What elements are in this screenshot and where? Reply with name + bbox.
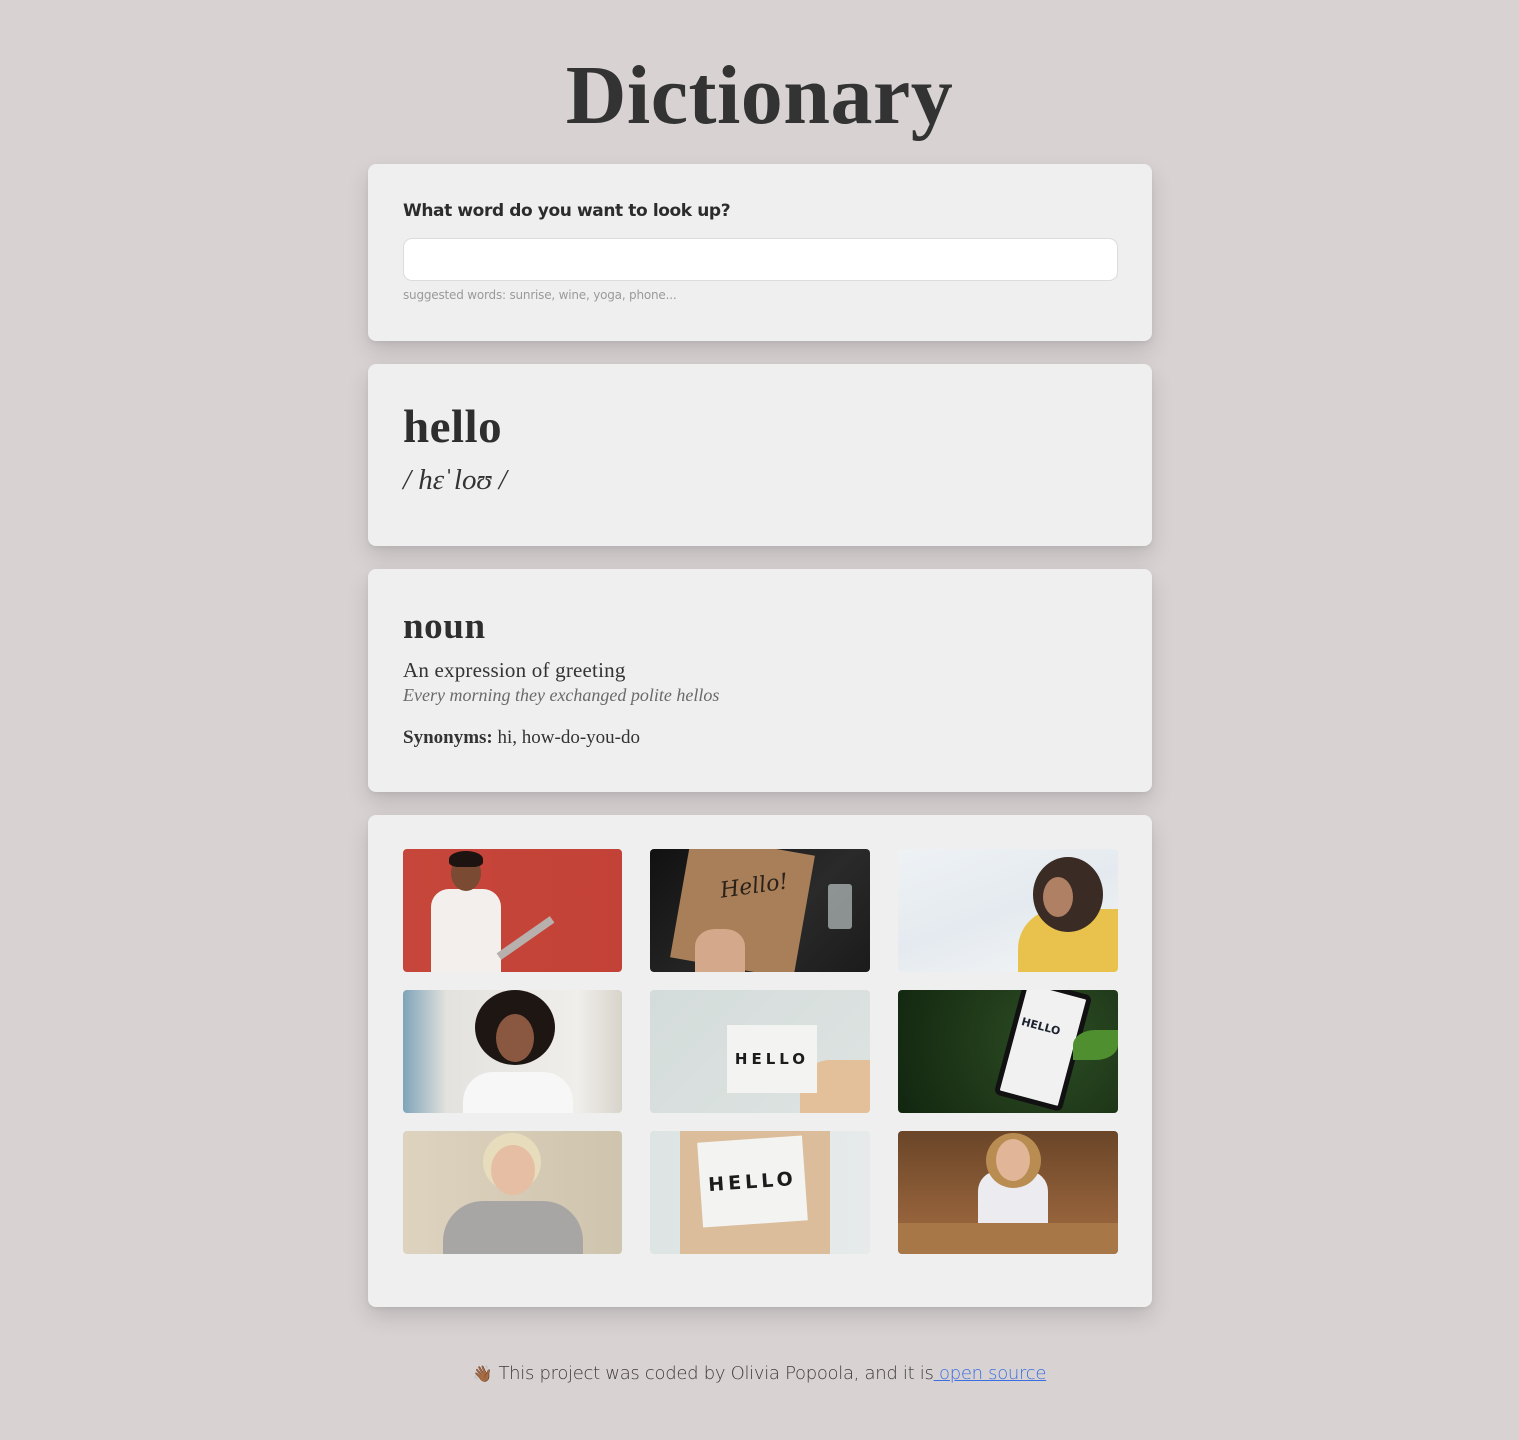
photo-9[interactable] [898,1131,1118,1254]
photos-card: Hello! HELLO HELLO HELLO [368,815,1152,1307]
photo-4[interactable] [403,990,622,1113]
search-card: What word do you want to look up? sugges… [368,164,1152,341]
synonyms-list: hi, how-do-you-do [497,727,640,748]
word-card: hello / hɛˈloʊ / [368,364,1152,546]
photo-1[interactable] [403,849,622,972]
photo-7[interactable] [403,1131,622,1254]
open-source-link[interactable]: open source [934,1363,1046,1384]
photo-2[interactable]: Hello! [650,849,870,972]
page-title: Dictionary [565,49,954,142]
search-label: What word do you want to look up? [403,201,731,221]
synonyms-label: Synonyms: [403,727,493,748]
phonetic-text: / hɛˈloʊ / [403,464,507,496]
photo-3[interactable] [898,849,1118,972]
example-text: Every morning they exchanged polite hell… [403,685,720,705]
hello-sign-text: HELLO [727,1025,817,1093]
search-input[interactable] [403,238,1118,281]
word-heading: hello [403,401,503,453]
footer-text: This project was coded by Olivia Popoola… [498,1363,934,1384]
hello-sign-text: HELLO [697,1135,808,1228]
photo-6[interactable]: HELLO [898,990,1118,1113]
waving-hand-icon: 👋🏾 [472,1364,493,1383]
definition-text: An expression of greeting [403,658,626,682]
synonyms-line: Synonyms: hi, how-do-you-do [403,727,640,749]
meaning-card: noun An expression of greeting Every mor… [368,569,1152,792]
footer: 👋🏾 This project was coded by Olivia Popoo… [0,1363,1519,1384]
photo-5[interactable]: HELLO [650,990,870,1113]
suggested-words-hint: suggested words: sunrise, wine, yoga, ph… [403,288,677,302]
photo-8[interactable]: HELLO [650,1131,870,1254]
photo-grid: Hello! HELLO HELLO HELLO [403,849,1118,1254]
part-of-speech: noun [403,606,486,647]
